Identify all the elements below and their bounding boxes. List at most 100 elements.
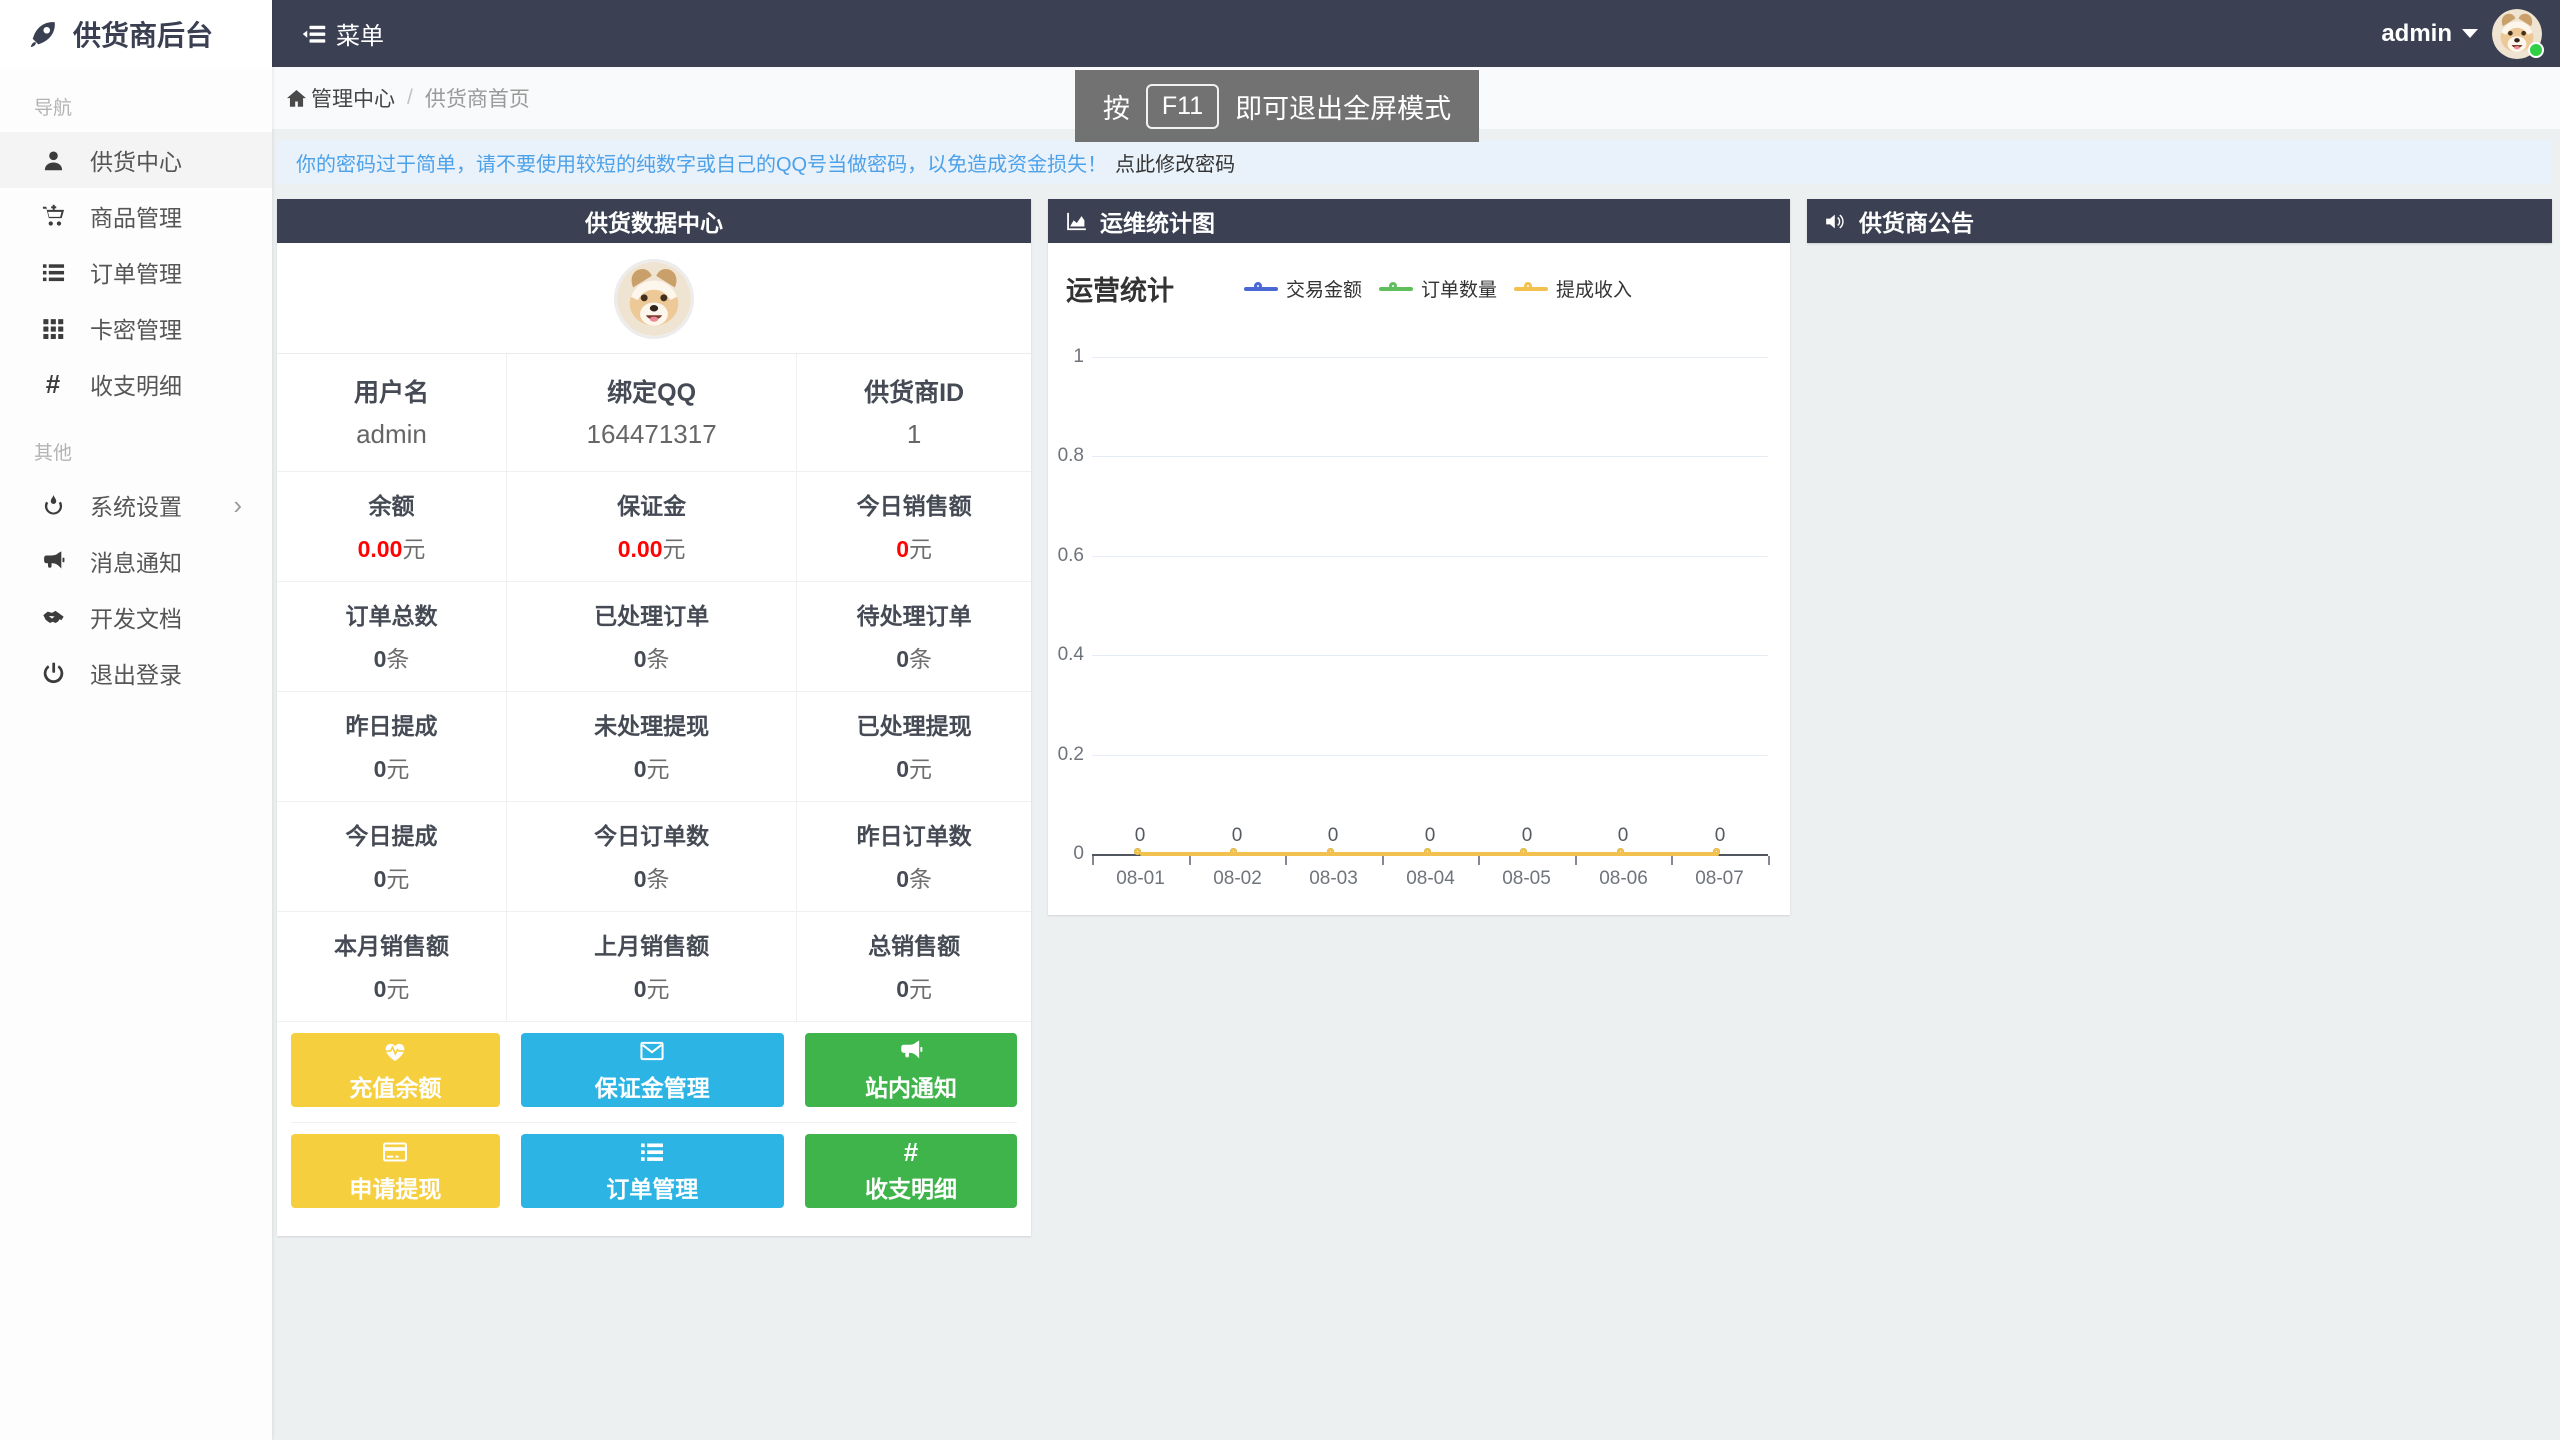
sidebar-item-退出登录[interactable]: 退出登录 [0,645,272,701]
x-axis-label: 08-02 [1189,868,1286,890]
menu-toggle-button[interactable]: 菜单 [272,0,414,67]
stat-label: 今日提成 [277,817,506,851]
stat-value: 0条 [507,860,796,894]
sidebar-section-label: 其他 [34,438,272,465]
change-password-link[interactable]: 点此修改密码 [1115,148,1235,177]
quick-actions: 充值余额 保证金管理站内通知申请提现 订单管理 # 收支明细 [277,1022,1031,1236]
user-menu[interactable]: admin [2381,20,2478,48]
bullhorn-icon [898,1038,924,1064]
legend-label: 交易金额 [1286,275,1362,302]
data-point-label: 0 [1410,825,1450,847]
sidebar-section-label: 导航 [34,93,272,120]
x-axis-label: 08-05 [1478,868,1575,890]
stat-label: 已处理订单 [507,597,796,631]
legend-item-提成收入[interactable]: 提成收入 [1514,275,1632,302]
stats-row: 余额0.00元保证金0.00元今日销售额0元 [277,472,1031,582]
x-axis-label: 08-04 [1382,868,1479,890]
订单管理-button[interactable]: 订单管理 [521,1134,784,1208]
stat-label: 昨日订单数 [797,817,1031,851]
fullscreen-exit-tip: 按 F11 即可退出全屏模式 [1075,70,1479,142]
stats-row: 订单总数0条已处理订单0条待处理订单0条 [277,582,1031,692]
action-button-label: 收支明细 [865,1170,957,1204]
sidebar-item-订单管理[interactable]: 订单管理 [0,244,272,300]
data-point-提成收入 [1230,848,1237,855]
list-icon [38,260,68,285]
legend-item-订单数量[interactable]: 订单数量 [1379,275,1497,302]
stat-cell-总销售额: 总销售额0元 [797,912,1031,1021]
chart-head: 运营统计 交易金额订单数量提成收入 [1048,243,1790,308]
stat-unit: 条 [909,646,932,672]
y-axis-label: 1 [1048,346,1084,368]
app-root: 供货商后台 导航供货中心商品管理订单管理卡密管理#收支明细其他系统设置›消息通知… [0,0,2560,1440]
menu-label: 菜单 [336,16,384,51]
stat-number: 0 [896,536,909,562]
站内通知-button[interactable]: 站内通知 [805,1033,1017,1107]
stat-unit: 条 [386,646,409,672]
stat-value: 0元 [277,750,506,784]
legend-marker [1244,282,1278,296]
stat-label: 昨日提成 [277,707,506,741]
stat-value: 1 [797,419,1031,450]
data-point-label: 0 [1313,825,1353,847]
sidebar-item-系统设置[interactable]: 系统设置› [0,477,272,533]
data-center-title: 供货数据中心 [585,204,723,238]
f11-key-badge: F11 [1146,84,1219,129]
data-point-提成收入 [1713,848,1720,855]
stat-cell-已处理订单: 已处理订单0条 [507,582,797,691]
data-point-label: 0 [1603,825,1643,847]
申请提现-button[interactable]: 申请提现 [291,1134,500,1208]
hash-icon: # [904,1139,918,1165]
x-axis-label: 08-01 [1092,868,1189,890]
legend-label: 提成收入 [1556,275,1632,302]
stat-cell-今日提成: 今日提成0元 [277,802,507,911]
sidebar-item-商品管理[interactable]: 商品管理 [0,188,272,244]
user-avatar[interactable] [2492,9,2542,59]
action-button-label: 订单管理 [606,1170,698,1204]
sidebar-item-收支明细[interactable]: #收支明细 [0,356,272,412]
ops-chart-panel: 运维统计图 运营统计 交易金额订单数量提成收入 00.20.40.60.8108… [1048,199,1790,915]
area-chart-icon [1065,210,1088,233]
sidebar-item-label: 卡密管理 [90,311,182,345]
stat-value: 164471317 [507,419,796,450]
legend-label: 订单数量 [1421,275,1497,302]
legend-circle [1524,282,1532,290]
stat-label: 已处理提现 [797,707,1031,741]
supplier-avatar [614,259,694,339]
stat-label: 上月销售额 [507,927,796,961]
stat-label: 今日订单数 [507,817,796,851]
legend-item-交易金额[interactable]: 交易金额 [1244,275,1362,302]
sidebar-item-label: 退出登录 [90,656,182,690]
sidebar-item-供货中心[interactable]: 供货中心 [0,132,272,188]
stat-unit: 元 [647,976,670,1002]
保证金管理-button[interactable]: 保证金管理 [521,1033,784,1107]
收支明细-button[interactable]: # 收支明细 [805,1134,1017,1208]
stat-unit: 元 [647,756,670,782]
credit-card-icon [382,1139,408,1165]
data-point-提成收入 [1424,848,1431,855]
stat-label: 今日销售额 [797,487,1031,521]
sidebar-item-开发文档[interactable]: 开发文档 [0,589,272,645]
stat-cell-待处理订单: 待处理订单0条 [797,582,1031,691]
notice-panel: 供货商公告 [1807,199,2552,243]
breadcrumb-root-link[interactable]: 管理中心 [286,83,395,113]
stat-value: 0条 [797,640,1031,674]
data-point-label: 0 [1507,825,1547,847]
cart-icon [38,204,68,229]
stat-number: 164471317 [587,419,717,449]
ops-chart-title: 运维统计图 [1100,204,1215,238]
sidebar-item-消息通知[interactable]: 消息通知 [0,533,272,589]
topbar-right: admin [2381,9,2560,59]
x-axis-tick [1092,856,1094,865]
gridline [1092,556,1768,557]
data-point-提成收入 [1617,848,1624,855]
stat-unit: 条 [909,866,932,892]
stat-number: admin [356,419,427,449]
x-axis-tick [1768,856,1770,865]
action-button-label: 充值余额 [349,1069,441,1103]
sidebar-item-label: 开发文档 [90,600,182,634]
chart-legend: 交易金额 订单数量 提成收入 [1244,275,1632,302]
stat-unit: 元 [662,536,685,562]
stat-value: 0条 [797,860,1031,894]
充值余额-button[interactable]: 充值余额 [291,1033,500,1107]
sidebar-item-卡密管理[interactable]: 卡密管理 [0,300,272,356]
